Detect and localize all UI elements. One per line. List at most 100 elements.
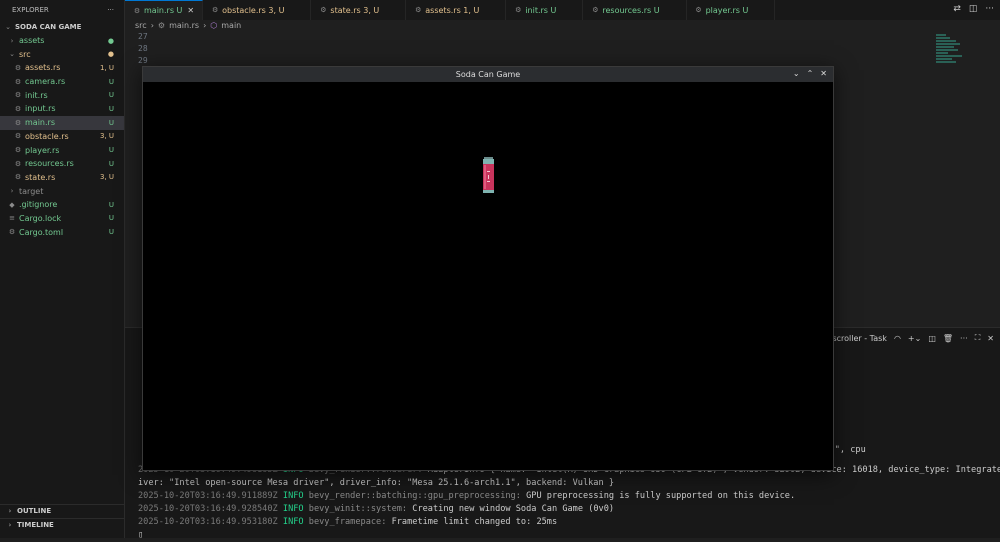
file-tree-item[interactable]: ⚙ init.rs U [0,88,124,102]
game-window-title: Soda Can Game [455,70,521,79]
file-tree-item[interactable]: › target [0,184,124,198]
gear-icon: ⚙ [8,228,16,237]
terminal-cursor[interactable]: ▯ [138,529,143,542]
tab-badge: U [742,5,749,15]
log-message: Frametime limit changed to: 25ms [391,517,558,527]
terminal-line: iver: "Intel open-source Mesa driver", d… [138,477,614,490]
minimap[interactable] [936,34,966,84]
tab-obstacle-rs[interactable]: ⚙ obstacle.rs 3, U [203,0,312,20]
rs-icon: ⚙ [14,91,22,100]
tab-badge: U [653,5,660,15]
file-tree-item[interactable]: ⚙ obstacle.rs 3, U [0,130,124,144]
log-module: bevy_winit::system: [308,504,408,514]
maximize-icon[interactable]: ⛶ [975,333,981,343]
rs-icon: ⚙ [14,77,22,86]
git-status-badge: U [108,159,114,168]
tab-label: state.rs [330,5,361,15]
file-name: state.rs [25,172,56,182]
file-name: src [19,49,31,59]
tab-init-rs[interactable]: ⚙ init.rs U [506,0,584,20]
tab-player-rs[interactable]: ⚙ player.rs U [687,0,776,20]
file-name: target [19,186,44,196]
terminal-line: 2025-10-20T03:16:49.928540Z INFO bevy_wi… [138,503,614,516]
explorer-sidebar: EXPLORER ··· ⌄ SODA CAN GAME › assets ● ⌄ src ●… [0,0,125,538]
file-name: init.rs [25,90,48,100]
rs-icon: ⚙ [14,146,22,155]
log-level: INFO [282,517,304,527]
git-status-badge: ● [107,50,114,59]
file-tree-item[interactable]: ⚙ Cargo.toml U [0,225,124,239]
file-tree-item[interactable]: ◆ .gitignore U [0,198,124,212]
close-icon[interactable]: ✕ [820,69,827,78]
git-status-badge: U [108,91,114,100]
tab-badge: U [176,6,183,15]
editor-actions: ⇄ ◫ ··· [953,4,994,14]
more-icon[interactable]: ··· [960,334,968,343]
file-tree-item[interactable]: ⚙ main.rs U [0,115,124,130]
tab-label: main.rs [144,6,174,15]
chevron-right-icon: › [8,507,12,515]
tab-label: assets.rs [425,5,461,15]
trash-icon[interactable]: 🗑 [943,334,953,343]
chevron-down-icon: ⌄ [5,22,11,31]
tab-resources-rs[interactable]: ⚙ resources.rs U [583,0,687,20]
compare-changes-icon[interactable]: ⇄ [953,4,961,14]
more-icon[interactable]: ··· [985,4,994,14]
file-name: Cargo.toml [19,227,64,237]
maximize-icon[interactable]: ⌃ [807,69,814,78]
file-name: resources.rs [25,159,74,169]
rust-file-icon: ⚙ [592,6,599,14]
split-editor-icon[interactable]: ◫ [969,4,978,14]
rs-icon: ⚙ [14,132,22,141]
file-tree-item[interactable]: ⚙ player.rs U [0,143,124,157]
tab-label: init.rs [525,5,548,15]
minimize-icon[interactable]: ⌄ [793,69,800,78]
file-tree-item[interactable]: ⚙ state.rs 3, U [0,171,124,185]
git-status-badge: U [108,146,114,155]
rs-icon: ⚙ [14,159,22,168]
timeline-section[interactable]: › TIMELINE [0,518,125,531]
git-status-badge: U [108,77,114,86]
spinner-icon: ◠ [893,333,901,343]
file-tree-item[interactable]: ⌄ src ● [0,47,124,61]
folder-icon: › [10,187,14,196]
close-panel-icon[interactable]: ✕ [987,334,994,343]
close-tab-icon[interactable]: ✕ [187,6,194,15]
file-tree-item[interactable]: ⚙ resources.rs U [0,157,124,171]
terminal-line: 2025-10-20T03:16:49.911889Z INFO bevy_re… [138,490,795,503]
tab-main-rs[interactable]: ⚙ main.rs U ✕ [125,0,204,20]
file-name: assets.rs [25,63,61,73]
file-tree-item[interactable]: ⚙ input.rs U [0,102,124,116]
file-name: camera.rs [25,77,66,87]
log-module: bevy_render::batching::gpu_preprocessing… [308,491,521,501]
tab-state-rs[interactable]: ⚙ state.rs 3, U [311,0,407,20]
function-icon: ⬡ [210,21,218,30]
rust-file-icon: ⚙ [695,6,702,14]
more-actions-button[interactable]: ··· [107,6,114,14]
game-window-titlebar[interactable]: Soda Can Game ⌄ ⌃ ✕ [143,67,833,82]
git-status-badge: 3, U [99,132,114,141]
breadcrumb-symbol[interactable]: main [221,21,241,30]
log-level: INFO [282,491,304,501]
outline-section[interactable]: › OUTLINE [0,504,125,517]
file-tree-item[interactable]: ⚙ camera.rs U [0,75,124,89]
line-numbers: 27 28 29 [138,31,148,67]
soda-can-sprite [483,157,494,193]
folder-icon: › [10,36,14,45]
lock-icon: ≡ [9,214,15,223]
split-terminal-icon[interactable]: ◫ [928,334,936,343]
file-tree-item[interactable]: › assets ● [0,34,124,48]
breadcrumb-folder[interactable]: src [135,21,147,30]
tab-assets-rs[interactable]: ⚙ assets.rs 1, U [406,0,507,20]
file-tree-item[interactable]: ⚙ assets.rs 1, U [0,61,124,75]
git-icon: ◆ [9,200,15,209]
rs-icon: ⚙ [14,173,22,182]
game-window[interactable]: Soda Can Game ⌄ ⌃ ✕ [142,66,834,471]
tab-badge: 3, U [363,5,380,15]
file-tree-item[interactable]: ≡ Cargo.lock U [0,212,124,226]
file-name: player.rs [25,145,60,155]
new-terminal-icon[interactable]: +⌄ [908,334,921,343]
breadcrumb-file[interactable]: main.rs [169,21,199,30]
file-name: Cargo.lock [19,213,62,223]
project-folder[interactable]: ⌄ SODA CAN GAME [0,20,124,34]
